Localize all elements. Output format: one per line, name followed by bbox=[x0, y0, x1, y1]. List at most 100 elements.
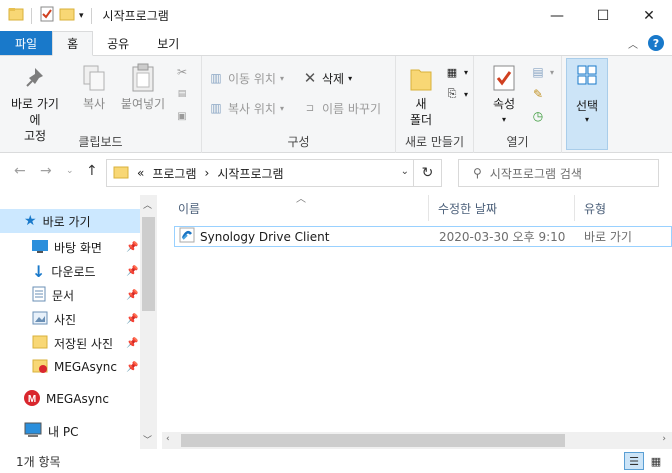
easy-access-button[interactable]: ⎘ ▾ bbox=[444, 84, 468, 104]
nav-item-this-pc[interactable]: 내 PC bbox=[0, 419, 140, 443]
forward-arrow-icon[interactable]: → bbox=[40, 163, 52, 179]
move-to-icon: ▥ bbox=[210, 71, 222, 85]
history-button[interactable]: ◷ bbox=[530, 106, 546, 126]
pc-icon bbox=[24, 422, 42, 441]
close-button[interactable]: ✕ bbox=[626, 0, 672, 31]
column-header-type[interactable]: 유형 bbox=[584, 200, 606, 217]
new-folder-button[interactable]: 새 폴더 bbox=[402, 62, 440, 128]
back-arrow-icon[interactable]: ← bbox=[14, 163, 26, 179]
details-view-button[interactable]: ☰ bbox=[624, 452, 644, 470]
column-headers: ︿ 이름 수정한 날짜 유형 bbox=[162, 194, 672, 221]
rename-icon: ⊐ bbox=[305, 102, 315, 114]
pin-icon[interactable]: 📌 bbox=[126, 314, 138, 325]
nav-item-pictures[interactable]: 사진 📌 bbox=[0, 307, 140, 331]
recent-locations-icon[interactable]: ⌄ bbox=[66, 166, 74, 176]
customize-qa-dropdown-icon[interactable]: ▾ bbox=[79, 11, 84, 21]
paste-shortcut-button[interactable]: ▣ bbox=[174, 106, 190, 126]
nav-item-saved-pictures[interactable]: 저장된 사진 📌 bbox=[0, 331, 140, 355]
pin-icon[interactable]: 📌 bbox=[126, 338, 138, 349]
copy-button[interactable]: 복사 bbox=[76, 62, 112, 112]
file-list-horizontal-scrollbar[interactable]: ‹ › bbox=[162, 432, 672, 449]
move-to-button[interactable]: ▥ 이동 위치 ▾ bbox=[208, 68, 284, 88]
navigation-pane-scrollbar[interactable]: ︿ ﹀ bbox=[140, 195, 157, 449]
delete-button[interactable]: ✕ 삭제 ▾ bbox=[302, 68, 352, 88]
sort-ascending-icon: ︿ bbox=[296, 194, 306, 205]
paste-button[interactable]: 붙여넣기 bbox=[118, 62, 168, 112]
up-arrow-icon[interactable]: ↑ bbox=[86, 163, 98, 179]
scrollbar-thumb[interactable] bbox=[142, 217, 155, 311]
new-folder-icon bbox=[405, 62, 437, 94]
cut-button[interactable]: ✂ bbox=[174, 62, 190, 82]
properties-button[interactable]: 속성 ▾ bbox=[486, 62, 522, 128]
search-input[interactable]: ⚲ 시작프로그램 검색 bbox=[458, 159, 659, 187]
maximize-button[interactable]: ☐ bbox=[580, 0, 626, 31]
column-separator[interactable] bbox=[574, 195, 575, 221]
edit-button[interactable]: ✎ bbox=[530, 84, 546, 104]
delete-label: 삭제 bbox=[322, 71, 345, 86]
tab-view[interactable]: 보기 bbox=[143, 31, 193, 55]
nav-item-quick-access[interactable]: ★ 바로 가기 bbox=[0, 209, 140, 233]
select-button[interactable]: 선택 ▾ bbox=[566, 58, 608, 150]
copy-label: 복사 bbox=[82, 97, 106, 111]
copy-path-button[interactable]: ▤ bbox=[174, 84, 190, 104]
scroll-up-icon[interactable]: ︿ bbox=[143, 198, 152, 211]
address-bar[interactable]: « 프로그램 › 시작프로그램 ⌄ ↻ bbox=[106, 159, 442, 187]
scroll-left-icon[interactable]: ‹ bbox=[166, 434, 170, 444]
rename-label: 이름 바꾸기 bbox=[322, 101, 382, 116]
large-icons-view-button[interactable]: ▦ bbox=[646, 452, 666, 470]
nav-item-label: 바탕 화면 bbox=[54, 240, 102, 255]
breadcrumb-overflow[interactable]: « bbox=[137, 166, 144, 180]
new-item-button[interactable]: ▦ ▾ bbox=[444, 62, 468, 82]
properties-icon bbox=[488, 62, 520, 94]
scroll-down-icon[interactable]: ﹀ bbox=[143, 433, 152, 446]
svg-text:M: M bbox=[28, 394, 36, 405]
dropdown-arrow-icon: ▾ bbox=[550, 67, 555, 77]
details-view-icon: ☰ bbox=[629, 454, 639, 468]
dropdown-arrow-icon: ▾ bbox=[464, 89, 469, 99]
minimize-button[interactable]: — bbox=[534, 0, 580, 31]
open-button[interactable]: ▤ ▾ bbox=[530, 62, 554, 82]
nav-item-megasync[interactable]: M MEGAsync bbox=[0, 387, 140, 411]
refresh-icon[interactable]: ↻ bbox=[413, 160, 441, 186]
nav-item-documents[interactable]: 문서 📌 bbox=[0, 283, 140, 307]
new-folder-qa-icon[interactable] bbox=[59, 6, 75, 25]
pictures-icon bbox=[32, 311, 48, 328]
nav-item-desktop[interactable]: 바탕 화면 📌 bbox=[0, 235, 140, 259]
column-header-name[interactable]: 이름 bbox=[178, 200, 200, 217]
nav-item-downloads[interactable]: ↓ 다운로드 📌 bbox=[0, 259, 140, 283]
collapse-ribbon-icon[interactable]: ︿ bbox=[628, 36, 638, 51]
copy-path-icon: ▤ bbox=[177, 89, 187, 99]
history-icon: ◷ bbox=[532, 109, 544, 123]
address-dropdown-icon[interactable]: ⌄ bbox=[401, 166, 409, 177]
scrollbar-thumb[interactable] bbox=[181, 434, 565, 447]
pin-icon[interactable]: 📌 bbox=[126, 362, 138, 373]
pin-icon[interactable]: 📌 bbox=[126, 266, 138, 277]
folder-icon bbox=[32, 334, 48, 353]
properties-qa-icon[interactable] bbox=[39, 6, 55, 25]
tab-share[interactable]: 공유 bbox=[93, 31, 143, 55]
open-group: 속성 ▾ ▤ ▾ ✎ ◷ 열기 bbox=[474, 56, 562, 153]
file-type: 바로 가기 bbox=[584, 230, 632, 244]
pin-icon[interactable]: 📌 bbox=[126, 242, 138, 253]
column-header-date[interactable]: 수정한 날짜 bbox=[438, 200, 497, 217]
tab-file[interactable]: 파일 bbox=[0, 31, 53, 55]
copy-to-button[interactable]: ▥ 복사 위치 ▾ bbox=[208, 98, 284, 118]
status-bar: 1개 항목 ☰ ▦ bbox=[0, 449, 672, 473]
pin-label-line1: 바로 가기에 bbox=[11, 97, 59, 127]
help-icon[interactable]: ? bbox=[648, 35, 664, 51]
delete-x-icon: ✕ bbox=[303, 69, 317, 87]
breadcrumb-item[interactable]: 시작프로그램 bbox=[217, 165, 283, 182]
pin-quick-access-button[interactable]: 바로 가기에 고정 bbox=[6, 62, 64, 144]
nav-item-label: 사진 bbox=[54, 312, 77, 327]
nav-item-megasync-pinned[interactable]: MEGAsync 📌 bbox=[0, 355, 140, 379]
pin-icon[interactable]: 📌 bbox=[126, 290, 138, 301]
breadcrumb-separator[interactable]: › bbox=[205, 166, 210, 180]
rename-button[interactable]: ⊐ 이름 바꾸기 bbox=[302, 98, 381, 118]
file-row[interactable]: Synology Drive Client 2020-03-30 오후 9:10… bbox=[174, 226, 672, 247]
tab-home[interactable]: 홈 bbox=[52, 31, 94, 56]
breadcrumb-item[interactable]: 프로그램 bbox=[152, 165, 196, 182]
new-group: 새 폴더 ▦ ▾ ⎘ ▾ 새로 만들기 bbox=[396, 56, 474, 153]
column-separator[interactable] bbox=[428, 195, 429, 221]
nav-item-label: 내 PC bbox=[48, 424, 79, 439]
scroll-right-icon[interactable]: › bbox=[662, 434, 666, 444]
